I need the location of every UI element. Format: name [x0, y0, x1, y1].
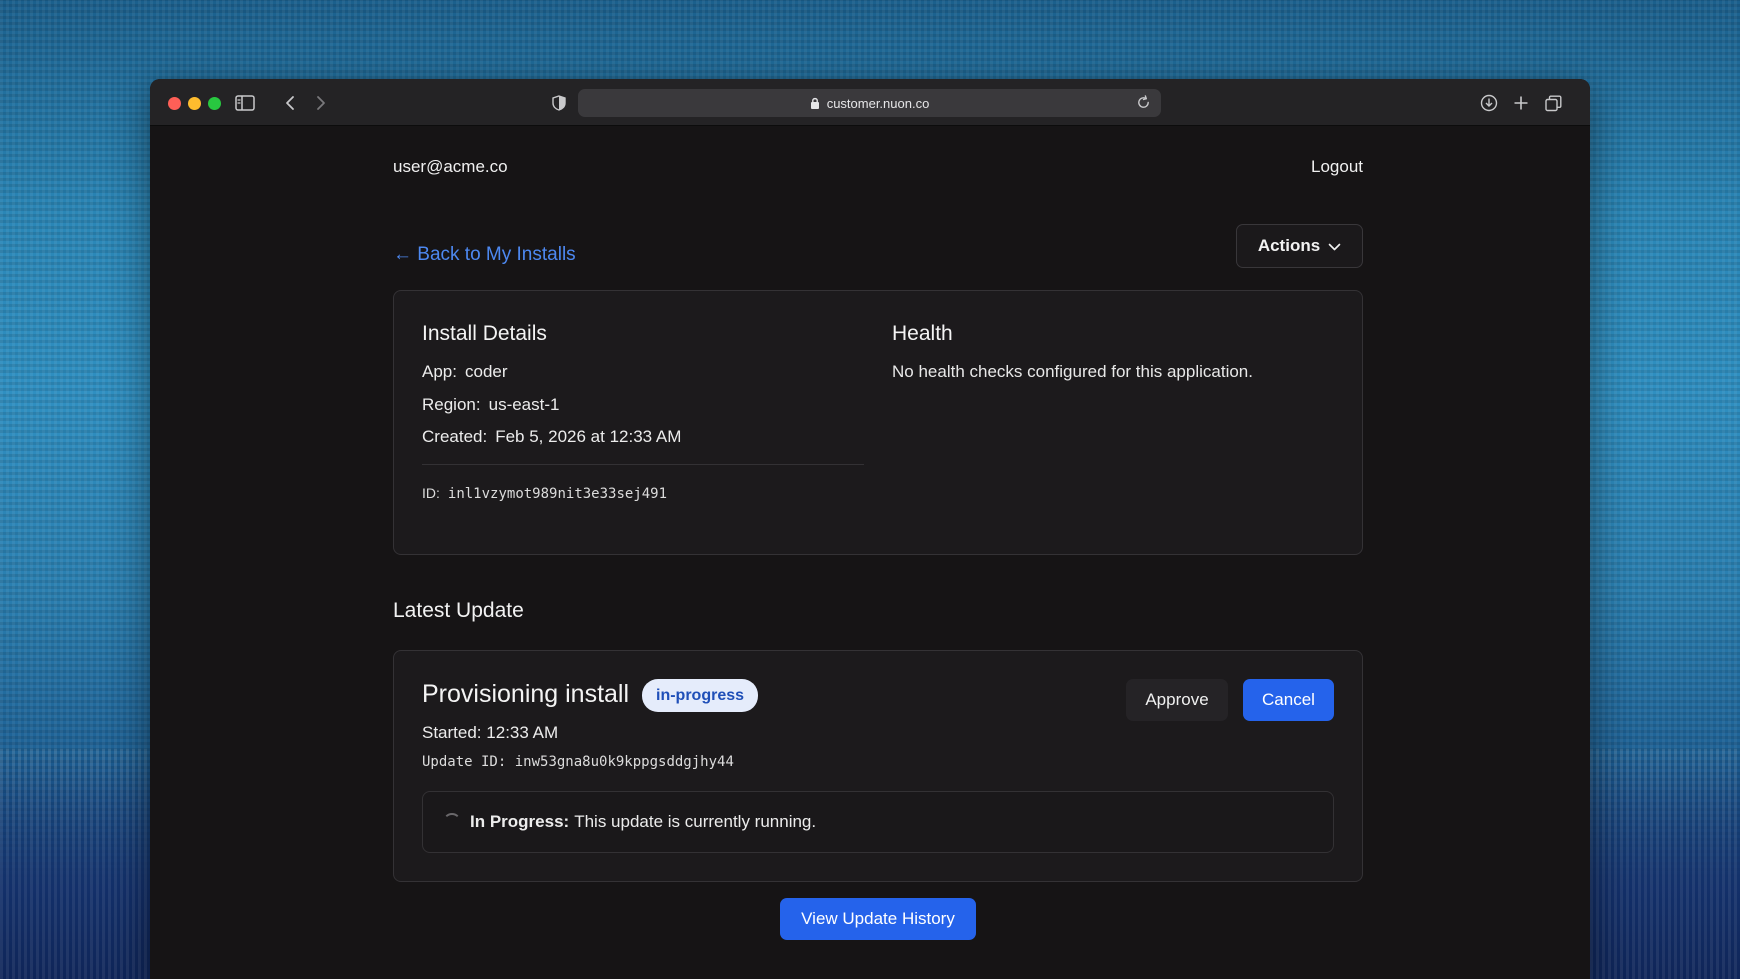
address-bar[interactable]: customer.nuon.co [578, 89, 1161, 117]
logout-link[interactable]: Logout [1311, 157, 1363, 177]
started-value: 12:33 AM [486, 723, 559, 742]
region-label: Region: [422, 395, 481, 414]
cancel-button[interactable]: Cancel [1243, 679, 1334, 721]
install-id-label: ID: [422, 485, 440, 501]
download-icon[interactable] [1477, 91, 1501, 115]
progress-message: This update is currently running. [574, 812, 817, 831]
spinner-icon [443, 813, 461, 831]
created-label: Created: [422, 427, 488, 446]
started-row: Started: 12:33 AM [422, 723, 558, 743]
actions-dropdown-button[interactable]: Actions [1236, 224, 1363, 268]
install-details-title: Install Details [422, 322, 547, 345]
reload-icon[interactable] [1136, 95, 1151, 113]
browser-window: customer.nuon.co user@acme.co Logout ← B… [150, 79, 1590, 979]
close-window-button[interactable] [168, 97, 181, 110]
progress-text: In Progress: This update is currently run… [470, 812, 816, 832]
health-title: Health [892, 322, 953, 345]
created-value: Feb 5, 2026 at 12:33 AM [495, 427, 682, 446]
region-row: Region: us-east-1 [422, 394, 559, 416]
lock-icon [810, 97, 820, 109]
health-section: Health No health checks configured for t… [892, 319, 1332, 381]
started-label: Started: [422, 723, 482, 742]
update-id-value: inw53gna8u0k9kppgsddgjhy44 [514, 754, 734, 770]
approve-button[interactable]: Approve [1126, 679, 1228, 721]
new-tab-icon[interactable] [1509, 91, 1533, 115]
status-badge: in-progress [642, 679, 759, 712]
sidebar-toggle-icon[interactable] [233, 91, 257, 115]
install-id-row: ID: inl1vzymot989nit3e33sej491 [422, 485, 667, 502]
update-id-label: Update ID: [422, 754, 507, 770]
back-arrow-icon[interactable] [278, 91, 302, 115]
update-title: Provisioning install [422, 680, 630, 708]
install-details-section: Install Details App: coder Region: us-east… [422, 319, 864, 502]
chevron-down-icon [1328, 236, 1341, 256]
back-to-installs-link[interactable]: ← Back to My Installs [393, 244, 576, 266]
region-value: us-east-1 [488, 395, 560, 414]
app-row: App: coder [422, 361, 508, 383]
app-value: coder [464, 362, 508, 381]
latest-update-card: Provisioning install in-progress Approve… [393, 650, 1363, 882]
zoom-window-button[interactable] [208, 97, 221, 110]
details-divider [422, 464, 864, 465]
account-bar: user@acme.co Logout [393, 157, 1363, 181]
progress-notice: In Progress: This update is currently run… [422, 791, 1334, 853]
page-content: user@acme.co Logout ← Back to My Install… [150, 127, 1590, 979]
forward-arrow-icon[interactable] [309, 91, 333, 115]
install-details-card: Install Details App: coder Region: us-east… [393, 290, 1363, 555]
progress-label: In Progress: [470, 812, 570, 831]
actions-label: Actions [1257, 236, 1321, 255]
browser-toolbar: customer.nuon.co [150, 79, 1590, 126]
install-id-value: inl1vzymot989nit3e33sej491 [447, 486, 668, 502]
tab-overview-icon[interactable] [1541, 91, 1565, 115]
privacy-shield-icon[interactable] [547, 91, 571, 115]
created-row: Created: Feb 5, 2026 at 12:33 AM [422, 426, 681, 448]
app-label: App: [422, 362, 457, 381]
update-id-row: Update ID: inw53gna8u0k9kppgsddgjhy44 [422, 754, 734, 770]
minimize-window-button[interactable] [188, 97, 201, 110]
user-email: user@acme.co [393, 157, 508, 176]
url-text: customer.nuon.co [826, 95, 930, 111]
health-message: No health checks configured for this app… [892, 362, 1253, 381]
view-update-history-button[interactable]: View Update History [780, 898, 976, 940]
latest-update-heading: Latest Update [393, 599, 524, 622]
